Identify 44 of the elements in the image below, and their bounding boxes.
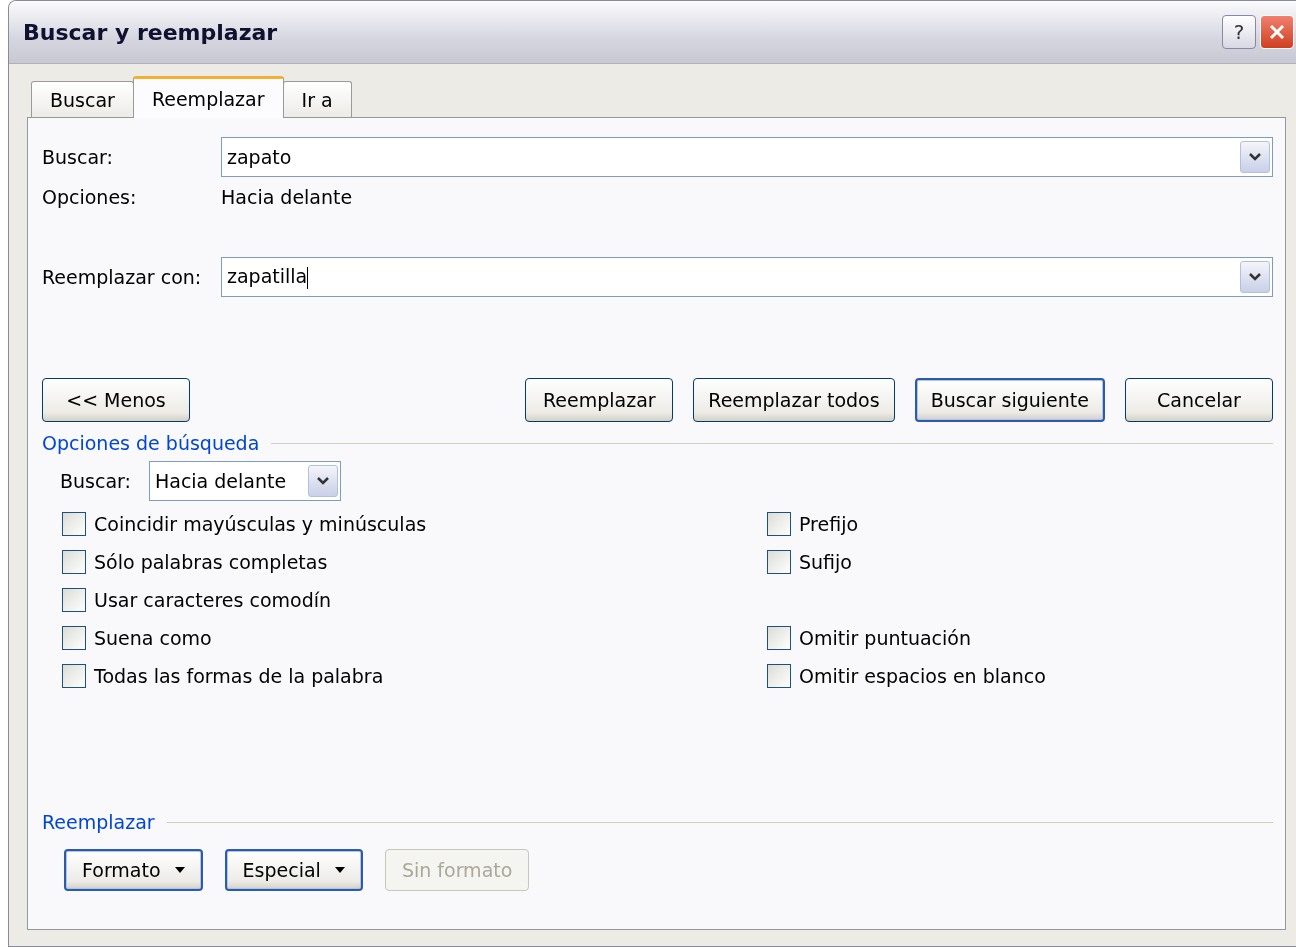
checkbox-label: Prefijo [799, 513, 859, 535]
find-field[interactable]: zapato [221, 137, 1273, 177]
direction-label: Buscar: [60, 470, 131, 492]
field-label: Reemplazar con: [42, 266, 203, 288]
format-button[interactable]: Formato [64, 849, 203, 891]
action-button[interactable]: Cancelar [1125, 378, 1273, 422]
close-button[interactable] [1260, 15, 1294, 49]
section-title: Reemplazar [42, 811, 155, 833]
window-title: Buscar y reemplazar [23, 19, 278, 45]
action-button[interactable]: Buscar siguiente [914, 378, 1105, 422]
checkbox[interactable] [62, 550, 86, 574]
options-value: Hacia delante [221, 186, 353, 208]
tab[interactable]: Ir a [282, 81, 352, 117]
action-button[interactable]: Reemplazar todos [693, 378, 895, 422]
dropdown-triangle-icon [334, 867, 345, 873]
checkbox-label: Sufijo [799, 551, 852, 573]
checkbox-label: Usar caracteres comodín [94, 589, 332, 611]
less-button[interactable]: << Menos [42, 378, 190, 422]
direction-dropdown[interactable]: Hacia delante [148, 461, 341, 501]
checkbox[interactable] [767, 626, 791, 650]
checkbox-label: Todas las formas de la palabra [94, 665, 384, 687]
checkbox[interactable] [62, 588, 86, 612]
checkbox[interactable] [62, 664, 86, 688]
checkbox[interactable] [767, 664, 791, 688]
field-label: Buscar: [42, 146, 114, 168]
section-title: Opciones de búsqueda [42, 432, 260, 454]
checkbox-label: Sólo palabras completas [94, 551, 328, 573]
options-label: Opciones: [42, 186, 138, 208]
action-button[interactable]: Reemplazar [525, 378, 674, 422]
checkbox[interactable] [62, 512, 86, 536]
checkbox[interactable] [767, 550, 791, 574]
checkbox-label: Suena como [94, 627, 212, 649]
close-icon [1268, 23, 1286, 41]
checkbox-label: Omitir puntuación [799, 627, 971, 649]
tab[interactable]: Reemplazar [132, 76, 284, 118]
tab[interactable]: Buscar [31, 81, 134, 117]
format-button[interactable]: Especial [224, 849, 363, 891]
checkbox-label: Omitir espacios en blanco [799, 665, 1046, 687]
checkbox[interactable] [62, 626, 86, 650]
replace-field[interactable]: zapatilla [221, 257, 1273, 297]
help-button[interactable]: ? [1222, 15, 1256, 49]
checkbox[interactable] [767, 512, 791, 536]
dropdown-triangle-icon [174, 867, 185, 873]
checkbox-label: Coincidir mayúsculas y minúsculas [94, 513, 427, 535]
